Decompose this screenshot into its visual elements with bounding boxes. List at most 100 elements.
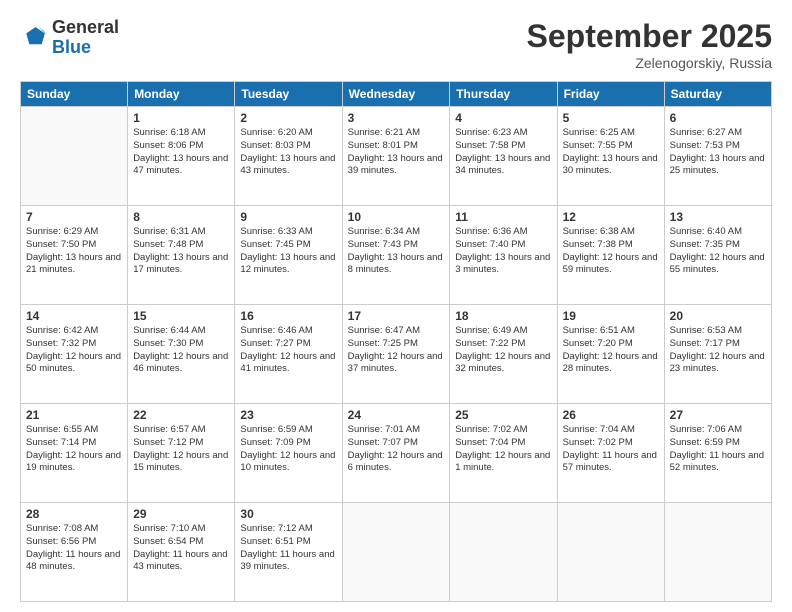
location: Zelenogorskiy, Russia xyxy=(527,55,772,71)
calendar-cell xyxy=(557,503,664,602)
day-number: 15 xyxy=(133,309,229,323)
calendar-week-2: 14 Sunrise: 6:42 AMSunset: 7:32 PMDayligh… xyxy=(21,305,772,404)
calendar-cell: 17 Sunrise: 6:47 AMSunset: 7:25 PMDayligh… xyxy=(342,305,450,404)
day-number: 5 xyxy=(563,111,659,125)
day-number: 17 xyxy=(348,309,445,323)
day-number: 29 xyxy=(133,507,229,521)
day-info: Sunrise: 7:04 AMSunset: 7:02 PMDaylight:… xyxy=(563,424,659,475)
day-number: 9 xyxy=(240,210,336,224)
title-block: September 2025 Zelenogorskiy, Russia xyxy=(527,18,772,71)
day-info: Sunrise: 6:51 AMSunset: 7:20 PMDaylight:… xyxy=(563,325,659,376)
calendar-cell: 7Sunrise: 6:29 AMSunset: 7:50 PMDaylight… xyxy=(21,206,128,305)
calendar-table: SundayMondayTuesdayWednesdayThursdayFrid… xyxy=(20,81,772,602)
calendar-cell: 28Sunrise: 7:08 AMSunset: 6:56 PMDayligh… xyxy=(21,503,128,602)
calendar-cell: 22 Sunrise: 6:57 AMSunset: 7:12 PMDayligh… xyxy=(128,404,235,503)
day-info: Sunrise: 6:44 AMSunset: 7:30 PMDaylight:… xyxy=(133,325,229,376)
day-number: 14 xyxy=(26,309,122,323)
logo: General Blue xyxy=(20,18,119,58)
day-info: Sunrise: 6:27 AMSunset: 7:53 PMDaylight:… xyxy=(670,127,766,178)
calendar-week-1: 7Sunrise: 6:29 AMSunset: 7:50 PMDaylight… xyxy=(21,206,772,305)
day-info: Sunrise: 7:02 AMSunset: 7:04 PMDaylight:… xyxy=(455,424,551,475)
day-number: 8 xyxy=(133,210,229,224)
calendar-cell: 26 Sunrise: 7:04 AMSunset: 7:02 PMDayligh… xyxy=(557,404,664,503)
day-info: Sunrise: 6:47 AMSunset: 7:25 PMDaylight:… xyxy=(348,325,445,376)
calendar-week-4: 28Sunrise: 7:08 AMSunset: 6:56 PMDayligh… xyxy=(21,503,772,602)
logo-icon xyxy=(20,24,48,52)
calendar-cell xyxy=(342,503,450,602)
day-info: Sunrise: 6:25 AMSunset: 7:55 PMDaylight:… xyxy=(563,127,659,178)
calendar-cell: 10Sunrise: 6:34 AMSunset: 7:43 PMDayligh… xyxy=(342,206,450,305)
calendar-cell xyxy=(450,503,557,602)
day-of-week-monday: Monday xyxy=(128,82,235,107)
day-number: 3 xyxy=(348,111,445,125)
calendar-cell: 1 Sunrise: 6:18 AMSunset: 8:06 PMDaylight… xyxy=(128,107,235,206)
day-number: 20 xyxy=(670,309,766,323)
calendar-cell: 16Sunrise: 6:46 AMSunset: 7:27 PMDayligh… xyxy=(235,305,342,404)
calendar-cell: 29 Sunrise: 7:10 AMSunset: 6:54 PMDayligh… xyxy=(128,503,235,602)
day-number: 18 xyxy=(455,309,551,323)
page: General Blue September 2025 Zelenogorski… xyxy=(0,0,792,612)
calendar-cell: 11Sunrise: 6:36 AMSunset: 7:40 PMDayligh… xyxy=(450,206,557,305)
calendar-cell: 30Sunrise: 7:12 AMSunset: 6:51 PMDayligh… xyxy=(235,503,342,602)
day-info: Sunrise: 6:21 AMSunset: 8:01 PMDaylight:… xyxy=(348,127,445,178)
calendar-cell: 9 Sunrise: 6:33 AMSunset: 7:45 PMDaylight… xyxy=(235,206,342,305)
day-of-week-tuesday: Tuesday xyxy=(235,82,342,107)
day-info: Sunrise: 6:23 AMSunset: 7:58 PMDaylight:… xyxy=(455,127,551,178)
day-info: Sunrise: 6:34 AMSunset: 7:43 PMDaylight:… xyxy=(348,226,445,277)
logo-general-text: General xyxy=(52,17,119,37)
day-info: Sunrise: 6:42 AMSunset: 7:32 PMDaylight:… xyxy=(26,325,122,376)
day-info: Sunrise: 7:12 AMSunset: 6:51 PMDaylight:… xyxy=(240,523,336,574)
day-info: Sunrise: 6:57 AMSunset: 7:12 PMDaylight:… xyxy=(133,424,229,475)
day-number: 28 xyxy=(26,507,122,521)
calendar-cell: 14 Sunrise: 6:42 AMSunset: 7:32 PMDayligh… xyxy=(21,305,128,404)
day-number: 6 xyxy=(670,111,766,125)
day-info: Sunrise: 6:29 AMSunset: 7:50 PMDaylight:… xyxy=(26,226,122,277)
day-info: Sunrise: 6:38 AMSunset: 7:38 PMDaylight:… xyxy=(563,226,659,277)
day-info: Sunrise: 6:36 AMSunset: 7:40 PMDaylight:… xyxy=(455,226,551,277)
calendar-cell: 13Sunrise: 6:40 AMSunset: 7:35 PMDayligh… xyxy=(664,206,771,305)
calendar-cell: 2 Sunrise: 6:20 AMSunset: 8:03 PMDaylight… xyxy=(235,107,342,206)
calendar-cell: 27Sunrise: 7:06 AMSunset: 6:59 PMDayligh… xyxy=(664,404,771,503)
calendar-cell: 20 Sunrise: 6:53 AMSunset: 7:17 PMDayligh… xyxy=(664,305,771,404)
day-number: 26 xyxy=(563,408,659,422)
calendar-cell xyxy=(21,107,128,206)
day-info: Sunrise: 6:59 AMSunset: 7:09 PMDaylight:… xyxy=(240,424,336,475)
calendar-cell: 12 Sunrise: 6:38 AMSunset: 7:38 PMDayligh… xyxy=(557,206,664,305)
day-number: 27 xyxy=(670,408,766,422)
header: General Blue September 2025 Zelenogorski… xyxy=(20,18,772,71)
calendar-cell: 6 Sunrise: 6:27 AMSunset: 7:53 PMDaylight… xyxy=(664,107,771,206)
calendar-header-row: SundayMondayTuesdayWednesdayThursdayFrid… xyxy=(21,82,772,107)
day-of-week-saturday: Saturday xyxy=(664,82,771,107)
day-info: Sunrise: 7:01 AMSunset: 7:07 PMDaylight:… xyxy=(348,424,445,475)
calendar-week-3: 21Sunrise: 6:55 AMSunset: 7:14 PMDayligh… xyxy=(21,404,772,503)
calendar-cell xyxy=(664,503,771,602)
calendar-cell: 8Sunrise: 6:31 AMSunset: 7:48 PMDaylight… xyxy=(128,206,235,305)
calendar-cell: 25 Sunrise: 7:02 AMSunset: 7:04 PMDayligh… xyxy=(450,404,557,503)
calendar-cell: 18 Sunrise: 6:49 AMSunset: 7:22 PMDayligh… xyxy=(450,305,557,404)
day-info: Sunrise: 6:53 AMSunset: 7:17 PMDaylight:… xyxy=(670,325,766,376)
day-number: 19 xyxy=(563,309,659,323)
day-number: 16 xyxy=(240,309,336,323)
day-number: 1 xyxy=(133,111,229,125)
day-number: 12 xyxy=(563,210,659,224)
day-info: Sunrise: 6:20 AMSunset: 8:03 PMDaylight:… xyxy=(240,127,336,178)
day-number: 2 xyxy=(240,111,336,125)
day-of-week-sunday: Sunday xyxy=(21,82,128,107)
logo-blue-text: Blue xyxy=(52,37,91,57)
day-info: Sunrise: 6:33 AMSunset: 7:45 PMDaylight:… xyxy=(240,226,336,277)
day-number: 25 xyxy=(455,408,551,422)
day-info: Sunrise: 7:10 AMSunset: 6:54 PMDaylight:… xyxy=(133,523,229,574)
day-number: 22 xyxy=(133,408,229,422)
day-number: 24 xyxy=(348,408,445,422)
day-info: Sunrise: 6:18 AMSunset: 8:06 PMDaylight:… xyxy=(133,127,229,178)
day-of-week-thursday: Thursday xyxy=(450,82,557,107)
calendar-cell: 19 Sunrise: 6:51 AMSunset: 7:20 PMDayligh… xyxy=(557,305,664,404)
day-info: Sunrise: 6:40 AMSunset: 7:35 PMDaylight:… xyxy=(670,226,766,277)
month-title: September 2025 xyxy=(527,18,772,55)
day-info: Sunrise: 6:49 AMSunset: 7:22 PMDaylight:… xyxy=(455,325,551,376)
calendar-cell: 15 Sunrise: 6:44 AMSunset: 7:30 PMDayligh… xyxy=(128,305,235,404)
calendar-cell: 3 Sunrise: 6:21 AMSunset: 8:01 PMDaylight… xyxy=(342,107,450,206)
calendar-cell: 5 Sunrise: 6:25 AMSunset: 7:55 PMDaylight… xyxy=(557,107,664,206)
day-number: 23 xyxy=(240,408,336,422)
calendar-cell: 24 Sunrise: 7:01 AMSunset: 7:07 PMDayligh… xyxy=(342,404,450,503)
